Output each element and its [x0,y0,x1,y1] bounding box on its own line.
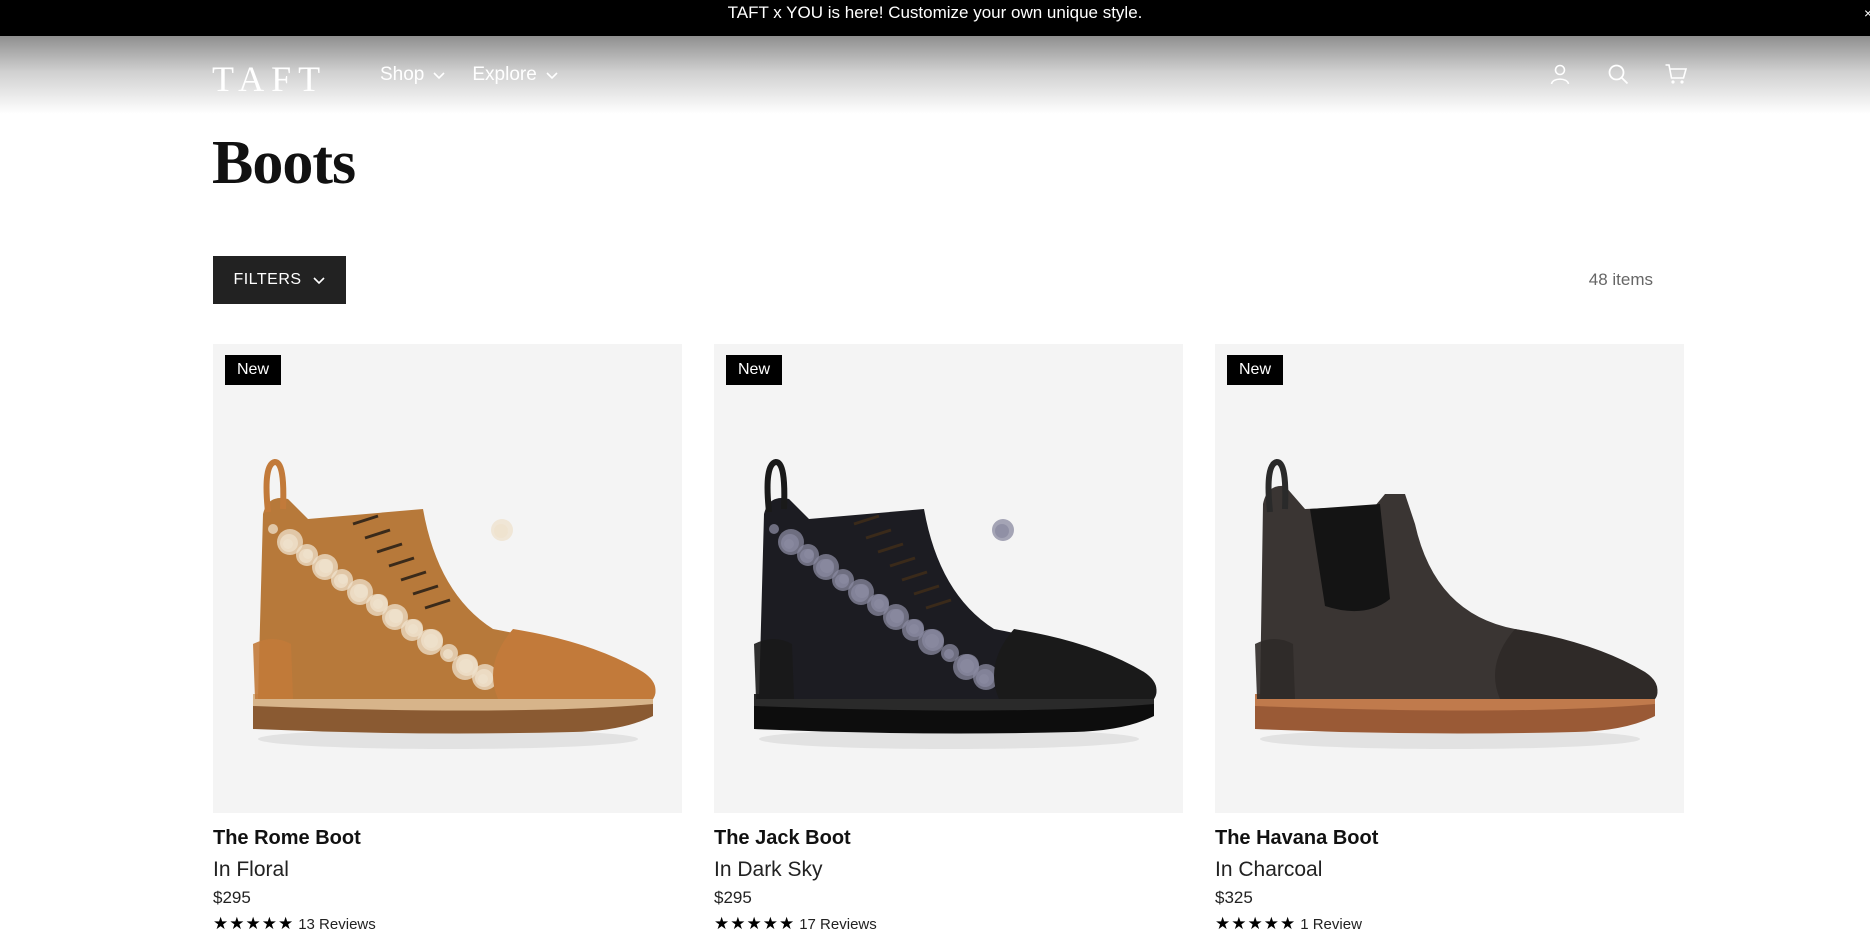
new-badge: New [225,355,282,385]
product-color: In Dark Sky [714,858,823,881]
close-icon[interactable]: × [1864,0,1870,26]
product-name[interactable]: The Rome Boot [213,827,682,850]
product-price: $295 [213,888,251,907]
review-count: 17 Reviews [799,915,877,933]
product-price: $325 [1215,888,1253,907]
nav-explore[interactable]: Explore [472,64,558,86]
new-badge: New [726,355,783,385]
item-count: 48 items [1588,270,1653,289]
product-rating[interactable]: ★★★★★ 1 Review [1215,914,1684,934]
nav-shop[interactable]: Shop [380,64,446,86]
announcement-bar: TAFT x YOU is here! Customize your own u… [0,0,1870,36]
search-icon[interactable] [1606,62,1630,86]
product-card[interactable]: New The Havana Boot In Charcoal $325 ★★★… [1215,344,1684,934]
review-count: 1 Review [1300,915,1362,933]
product-rating[interactable]: ★★★★★ 13 Reviews [213,914,682,934]
chevron-down-icon [546,72,558,80]
boot-illustration [754,458,1157,749]
product-grid: New The Rome Boot In Floral $295 ★★★★★ 1… [213,344,1684,934]
page-title: Boots [212,129,356,197]
product-price: $295 [714,888,752,907]
main-nav: Shop Explore [380,64,559,86]
product-rating[interactable]: ★★★★★ 17 Reviews [714,914,1183,934]
review-count: 13 Reviews [298,915,376,933]
product-image[interactable]: New [714,344,1183,813]
cart-icon[interactable] [1664,62,1688,86]
chevron-down-icon [312,277,325,285]
product-color: In Floral [213,858,289,881]
product-card[interactable]: New The Jack Boot In Dark Sky $295 ★★★★★… [714,344,1183,934]
product-image[interactable]: New [213,344,682,813]
filters-label: FILTERS [233,271,302,288]
star-rating-icon: ★★★★★ [1215,914,1297,933]
star-rating-icon: ★★★★★ [213,914,295,933]
nav-label: Explore [472,64,537,85]
star-rating-icon: ★★★★★ [714,914,796,933]
logo[interactable]: TAFT [212,58,327,100]
site-header: TAFT Shop Explore [0,36,1870,114]
announcement-text: TAFT x YOU is here! Customize your own u… [727,3,1143,22]
new-badge: New [1227,355,1284,385]
nav-label: Shop [380,64,425,85]
filters-button[interactable]: FILTERS [213,256,346,304]
chevron-down-icon [433,72,445,80]
product-name[interactable]: The Jack Boot [714,827,1183,850]
product-image[interactable]: New [1215,344,1684,813]
product-color: In Charcoal [1215,858,1323,881]
boot-illustration [1255,458,1658,749]
product-card[interactable]: New The Rome Boot In Floral $295 ★★★★★ 1… [213,344,682,934]
product-name[interactable]: The Havana Boot [1215,827,1684,850]
boot-illustration [253,458,656,749]
header-actions [1548,62,1688,86]
account-icon[interactable] [1548,62,1572,86]
